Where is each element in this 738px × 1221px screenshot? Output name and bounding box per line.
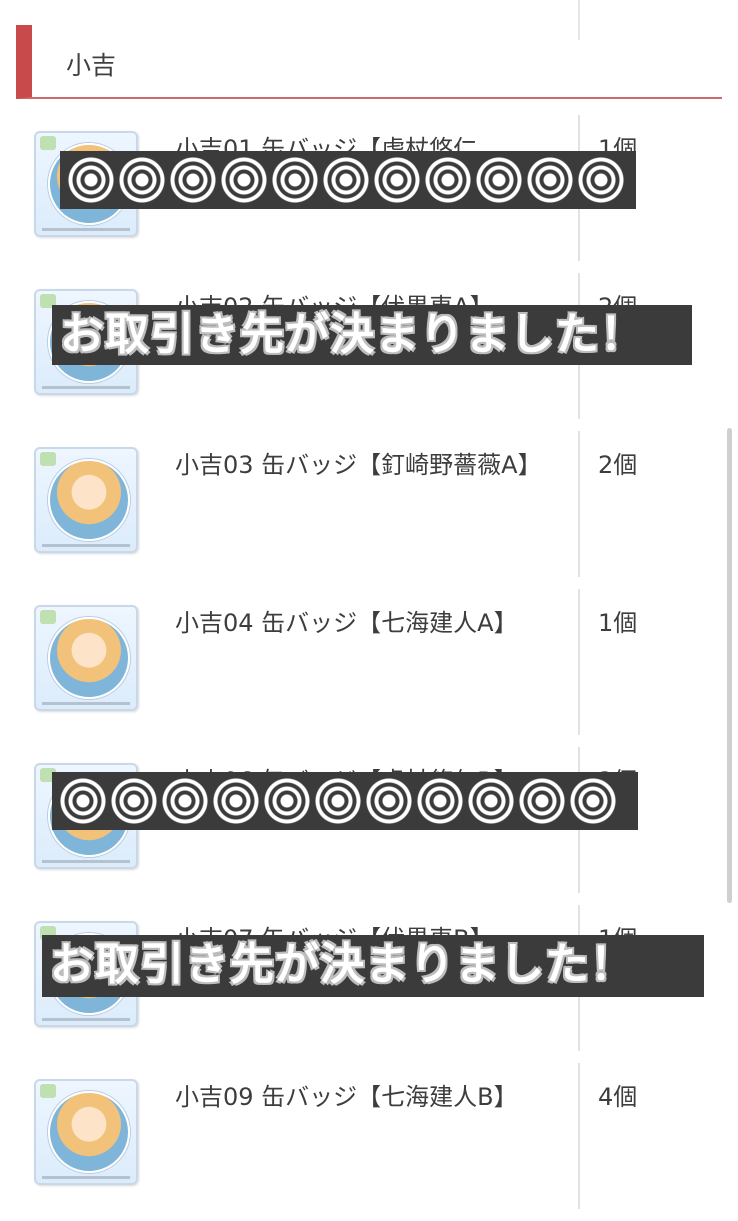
list-item[interactable]: 小吉09 缶バッジ【七海建人B】 4個: [0, 1063, 738, 1221]
deal-done-banner: お取引き先が決まりました！: [42, 935, 704, 997]
item-quantity: 2個: [598, 451, 638, 479]
badge-thumbnail: [34, 605, 138, 711]
scrollbar[interactable]: [727, 428, 732, 903]
item-quantity: 1個: [598, 609, 638, 637]
item-name: 小吉03 缶バッジ【釘崎野薔薇A】: [175, 451, 542, 479]
list-item[interactable]: 小吉03 缶バッジ【釘崎野薔薇A】 2個: [0, 431, 738, 589]
censor-rings-overlay: [60, 151, 636, 209]
section-header: 小吉: [16, 25, 722, 99]
deal-done-banner: お取引き先が決まりました！: [52, 305, 692, 365]
section-title: 小吉: [66, 51, 117, 80]
item-quantity: 4個: [598, 1083, 638, 1111]
item-name: 小吉04 缶バッジ【七海建人A】: [175, 609, 518, 637]
censor-rings-overlay: [52, 772, 638, 830]
badge-thumbnail: [34, 447, 138, 553]
list-item[interactable]: 小吉04 缶バッジ【七海建人A】 1個: [0, 589, 738, 747]
badge-thumbnail: [34, 1079, 138, 1185]
item-name: 小吉09 缶バッジ【七海建人B】: [175, 1083, 518, 1111]
